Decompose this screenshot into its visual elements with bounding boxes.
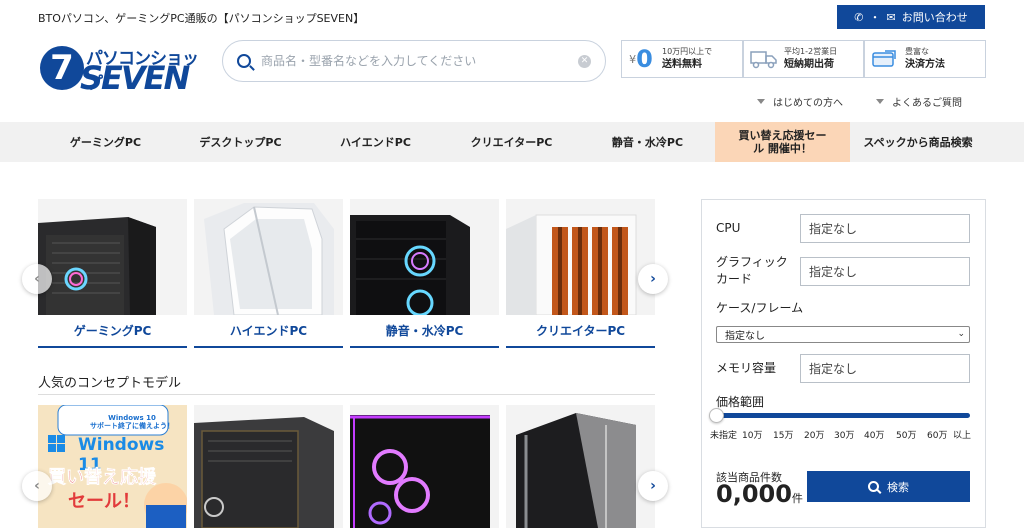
main-nav: ゲーミングPC デスクトップPC ハイエンドPC クリエイターPC 静音・水冷P…	[0, 122, 1024, 162]
case-label: ケース/フレーム	[716, 301, 804, 315]
concept-prev-button[interactable]: ‹	[22, 471, 52, 501]
spec-search-button[interactable]: 検索	[807, 471, 970, 502]
fast-shipping-note: 平均1-2営業日	[784, 47, 838, 57]
price-range-handle[interactable]	[709, 408, 724, 423]
carousel-prev-button[interactable]: ‹	[22, 264, 52, 294]
model-2-image	[194, 405, 343, 528]
help-link-faq[interactable]: よくあるご質問	[876, 94, 962, 109]
category-label: ゲーミングPC	[38, 315, 187, 348]
payment-box[interactable]: 豊富な 決済方法	[864, 40, 986, 78]
free-shipping-icon: ¥0	[629, 45, 653, 73]
search-icon[interactable]	[237, 54, 251, 68]
price-tick: 60万	[927, 431, 948, 441]
chevron-right-icon: ›	[650, 478, 656, 494]
contact-button[interactable]: ✆ ・ ✉ お問い合わせ	[837, 5, 985, 29]
nav-highend-pc[interactable]: ハイエンドPC	[308, 122, 443, 162]
dot-separator: ・	[869, 11, 881, 24]
chevron-right-icon: ›	[650, 271, 656, 287]
price-tick: 10万	[742, 431, 763, 441]
search-box: ✕	[222, 40, 606, 82]
case-select[interactable]: 指定なし ⌄	[716, 326, 970, 343]
payment-note: 豊富な	[905, 47, 929, 57]
mail-icon: ✉	[886, 10, 896, 24]
nav-sale[interactable]: 買い替え応援セール 開催中！	[715, 122, 850, 162]
category-label: クリエイターPC	[506, 315, 655, 348]
price-tick: 20万	[804, 431, 825, 441]
category-label: ハイエンドPC	[194, 315, 343, 348]
gpu-select[interactable]: 指定なし	[800, 257, 970, 286]
help-link-beginners[interactable]: はじめての方へ	[757, 94, 843, 109]
highend-pc-image	[194, 199, 343, 315]
free-shipping-box[interactable]: ¥0 10万円以上で 送料無料	[621, 40, 743, 78]
truck-icon	[750, 48, 778, 70]
price-range-slider[interactable]	[716, 413, 970, 418]
chevron-down-icon	[757, 99, 765, 104]
creator-pc-image	[506, 199, 655, 315]
banner-win10-text: Windows 10 サポート終了に備えよう！	[90, 414, 174, 430]
site-tagline: BTOパソコン、ゲーミングPC通販の【パソコンショップSEVEN】	[38, 12, 365, 25]
category-card-silent[interactable]: 静音・水冷PC	[350, 199, 499, 348]
chevron-left-icon: ‹	[34, 271, 40, 287]
nav-silent-pc[interactable]: 静音・水冷PC	[580, 122, 715, 162]
price-tick: 未指定	[710, 431, 738, 441]
price-range-label: 価格範囲	[716, 395, 765, 409]
free-shipping-note: 10万円以上で	[662, 47, 713, 57]
concept-card-model-3[interactable]	[350, 405, 499, 528]
gaming-pc-image	[38, 199, 187, 315]
price-tick: 15万	[773, 431, 794, 441]
concept-next-button[interactable]: ›	[638, 471, 668, 501]
price-tick: 30万	[834, 431, 855, 441]
section-divider	[38, 394, 655, 395]
concept-card-model-4[interactable]	[506, 405, 655, 528]
payment-title: 決済方法	[905, 58, 945, 70]
search-input[interactable]	[261, 54, 578, 68]
gpu-label: グラフィック カード	[716, 255, 788, 286]
search-icon	[868, 481, 879, 492]
chevron-left-icon: ‹	[34, 478, 40, 494]
banner-sale-text-2: セール！	[68, 491, 140, 512]
free-shipping-title: 送料無料	[662, 58, 702, 70]
chevron-down-icon	[876, 99, 884, 104]
cpu-select[interactable]: 指定なし	[800, 214, 970, 243]
logo-seven-text: SEVEN	[80, 59, 190, 97]
price-tick: 50万	[896, 431, 917, 441]
phone-icon: ✆	[854, 10, 864, 24]
concept-card-model-2[interactable]	[194, 405, 343, 528]
logo-digit: 7	[40, 46, 84, 90]
result-count: 0,000件	[716, 480, 803, 508]
category-label: 静音・水冷PC	[350, 315, 499, 348]
price-tick: 以上	[953, 431, 972, 441]
model-4-image	[506, 405, 655, 528]
category-card-creator[interactable]: クリエイターPC	[506, 199, 655, 348]
model-3-image	[350, 405, 499, 528]
cpu-label: CPU	[716, 221, 741, 235]
memory-select[interactable]: 指定なし	[800, 354, 970, 383]
concept-card-sale[interactable]: Windows 10 サポート終了に備えよう！ Windows 11 買い替え応援…	[38, 405, 187, 528]
concept-section-title: 人気のコンセプトモデル	[38, 376, 182, 391]
fast-shipping-box[interactable]: 平均1-2営業日 短納期出荷	[743, 40, 864, 78]
banner-sale-text-1: 買い替え応援	[48, 467, 157, 489]
chevron-down-icon: ⌄	[957, 329, 965, 339]
nav-creator-pc[interactable]: クリエイターPC	[443, 122, 580, 162]
silent-pc-image	[350, 199, 499, 315]
price-tick: 40万	[864, 431, 885, 441]
category-card-gaming[interactable]: ゲーミングPC	[38, 199, 187, 348]
clear-icon[interactable]: ✕	[578, 54, 591, 68]
payment-icon	[871, 48, 899, 70]
memory-label: メモリ容量	[716, 361, 777, 375]
nav-spec-search[interactable]: スペックから商品検索	[850, 122, 986, 162]
site-logo[interactable]: 7 パソコンショップ SEVEN	[38, 40, 208, 97]
carousel-next-button[interactable]: ›	[638, 264, 668, 294]
contact-label: お問い合わせ	[901, 11, 968, 24]
nav-desktop-pc[interactable]: デスクトップPC	[173, 122, 308, 162]
category-card-highend[interactable]: ハイエンドPC	[194, 199, 343, 348]
fast-shipping-title: 短納期出荷	[784, 58, 834, 70]
nav-gaming-pc[interactable]: ゲーミングPC	[38, 122, 173, 162]
